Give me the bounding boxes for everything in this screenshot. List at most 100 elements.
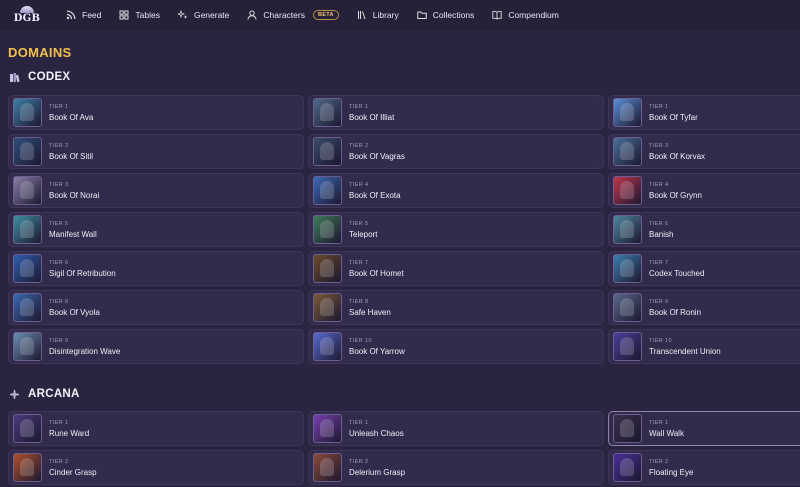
nav-compendium[interactable]: Compendium <box>492 10 559 20</box>
card-name: Book Of Ava <box>49 112 94 122</box>
domain-card[interactable]: TIER 6 Sigil Of Retribution <box>8 251 304 286</box>
card-tier: TIER 1 <box>649 103 669 110</box>
domain-card[interactable]: TIER 3 Book Of Korvax <box>608 134 800 169</box>
domain-card[interactable]: TIER 2 Floating Eye <box>608 450 800 485</box>
card-name: Safe Haven <box>349 307 391 317</box>
card-name: Book Of Yarrow <box>349 346 405 356</box>
domain-card[interactable]: TIER 1 Book Of Illiat <box>308 95 604 130</box>
domain-card[interactable]: TIER 1 Wall Walk <box>608 411 800 446</box>
domain-card[interactable]: TIER 10 Book Of Yarrow <box>308 329 604 364</box>
card-tier: TIER 1 <box>49 419 69 426</box>
domain-card[interactable]: TIER 1 Rune Ward <box>8 411 304 446</box>
card-thumbnail <box>313 176 342 205</box>
nav-library[interactable]: Library <box>357 10 399 20</box>
domain-card[interactable]: TIER 1 Book Of Ava <box>8 95 304 130</box>
card-name: Unleash Chaos <box>349 428 404 438</box>
card-tier: TIER 2 <box>49 142 69 149</box>
card-meta: TIER 6 Sigil Of Retribution <box>49 260 116 278</box>
domain-card[interactable]: TIER 2 Cinder Grasp <box>8 450 304 485</box>
domain-card[interactable]: TIER 7 Book Of Homet <box>308 251 604 286</box>
section-title: CODEX <box>28 71 71 83</box>
card-meta: TIER 7 Codex Touched <box>649 260 704 278</box>
card-meta: TIER 1 Book Of Tyfar <box>649 104 698 122</box>
card-meta: TIER 5 Teleport <box>349 221 377 239</box>
card-thumbnail <box>13 215 42 244</box>
card-thumbnail <box>613 414 642 443</box>
nav-generate[interactable]: Generate <box>177 10 230 20</box>
domain-card[interactable]: TIER 2 Book Of Vagras <box>308 134 604 169</box>
card-thumbnail <box>313 137 342 166</box>
card-name: Codex Touched <box>649 268 705 278</box>
card-meta: TIER 6 Banish <box>649 221 673 239</box>
card-name: Book Of Illiat <box>349 112 395 122</box>
card-tier: TIER 4 <box>649 181 669 188</box>
nav-feed[interactable]: Feed <box>66 10 101 20</box>
card-tier: TIER 1 <box>649 419 669 426</box>
card-meta: TIER 2 Delerium Grasp <box>349 459 405 477</box>
logo-text: DGB <box>13 13 41 24</box>
domain-card[interactable]: TIER 1 Unleash Chaos <box>308 411 604 446</box>
nav-tables[interactable]: Tables <box>119 10 160 20</box>
section-title: ARCANA <box>28 388 80 400</box>
domain-card[interactable]: TIER 8 Safe Haven <box>308 290 604 325</box>
card-thumbnail <box>13 176 42 205</box>
domain-card[interactable]: TIER 1 Book Of Tyfar <box>608 95 800 130</box>
nav-characters-label: Characters <box>263 10 305 20</box>
card-meta: TIER 10 Book Of Yarrow <box>349 338 405 356</box>
card-thumbnail <box>13 293 42 322</box>
top-nav: DGB Feed Tables Generate Characters BETA… <box>0 0 800 30</box>
card-thumbnail <box>13 414 42 443</box>
card-thumbnail <box>613 98 642 127</box>
card-meta: TIER 1 Book Of Ava <box>49 104 93 122</box>
nav-generate-label: Generate <box>193 10 230 20</box>
user-icon <box>247 10 257 20</box>
domain-card[interactable]: TIER 8 Book Of Vyola <box>8 290 304 325</box>
nav-collections[interactable]: Collections <box>417 10 475 20</box>
card-tier: TIER 10 <box>649 337 672 344</box>
domain-card[interactable]: TIER 3 Book Of Norai <box>8 173 304 208</box>
grid-icon <box>119 10 129 20</box>
card-name: Book Of Norai <box>49 190 100 200</box>
nav-items: Feed Tables Generate Characters BETA Lib… <box>66 0 577 30</box>
nav-feed-label: Feed <box>82 10 102 20</box>
card-thumbnail <box>613 332 642 361</box>
domain-card[interactable]: TIER 5 Manifest Wall <box>8 212 304 247</box>
card-name: Manifest Wall <box>49 229 97 239</box>
card-meta: TIER 3 Book Of Norai <box>49 182 99 200</box>
domain-card[interactable]: TIER 9 Book Of Ronin <box>608 290 800 325</box>
domain-card[interactable]: TIER 5 Teleport <box>308 212 604 247</box>
nav-characters[interactable]: Characters BETA <box>247 10 339 20</box>
domain-card[interactable]: TIER 2 Delerium Grasp <box>308 450 604 485</box>
card-meta: TIER 2 Floating Eye <box>649 459 693 477</box>
card-tier: TIER 2 <box>349 142 369 149</box>
card-thumbnail <box>13 453 42 482</box>
card-tier: TIER 7 <box>349 259 369 266</box>
section-codex-header: CODEX <box>9 71 70 83</box>
card-tier: TIER 5 <box>349 220 369 227</box>
domain-card[interactable]: TIER 10 Transcendent Union <box>608 329 800 364</box>
card-meta: TIER 2 Book Of Sitil <box>49 143 93 161</box>
nav-library-label: Library <box>372 10 399 20</box>
nav-collections-label: Collections <box>432 10 475 20</box>
card-thumbnail <box>613 254 642 283</box>
card-meta: TIER 9 Disintegration Wave <box>49 338 120 356</box>
card-name: Sigil Of Retribution <box>49 268 116 278</box>
card-name: Cinder Grasp <box>49 467 97 477</box>
logo-crest <box>20 6 34 13</box>
domain-card[interactable]: TIER 4 Book Of Grynn <box>608 173 800 208</box>
card-name: Transcendent Union <box>649 346 721 356</box>
card-name: Book Of Sitil <box>49 151 94 161</box>
domain-card[interactable]: TIER 7 Codex Touched <box>608 251 800 286</box>
logo[interactable]: DGB <box>12 3 42 27</box>
card-name: Book Of Korvax <box>649 151 706 161</box>
card-thumbnail <box>13 98 42 127</box>
domain-card[interactable]: TIER 6 Banish <box>608 212 800 247</box>
domain-card[interactable]: TIER 9 Disintegration Wave <box>8 329 304 364</box>
card-name: Book Of Vagras <box>349 151 405 161</box>
card-name: Disintegration Wave <box>49 346 121 356</box>
domain-card[interactable]: TIER 2 Book Of Sitil <box>8 134 304 169</box>
domain-card[interactable]: TIER 4 Book Of Exota <box>308 173 604 208</box>
rss-icon <box>66 10 76 20</box>
arcana-grid: TIER 1 Rune Ward TIER 1 Unleash Chaos TIER 1… <box>8 411 800 485</box>
card-thumbnail <box>313 414 342 443</box>
